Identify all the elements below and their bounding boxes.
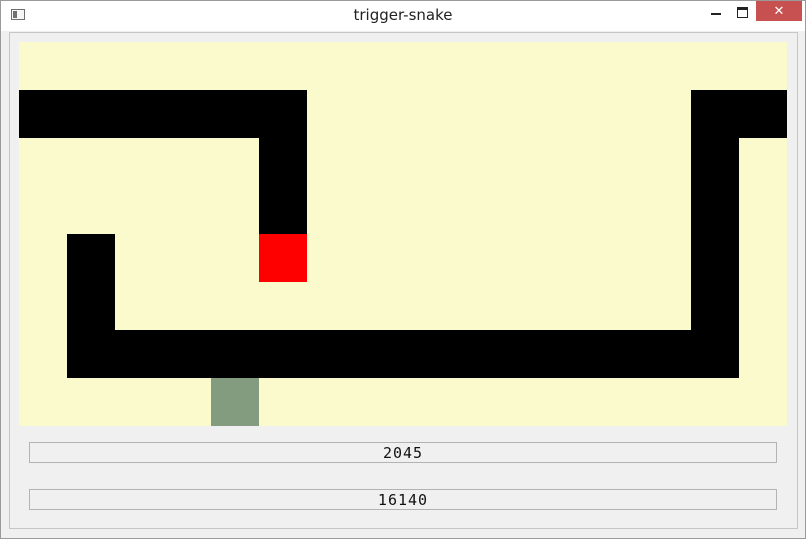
snake-segment	[115, 90, 163, 138]
snake-segment	[163, 90, 211, 138]
snake-head	[259, 234, 307, 282]
snake-segment	[691, 186, 739, 234]
snake-segment	[355, 330, 403, 378]
snake-segment	[259, 138, 307, 186]
snake-segment	[163, 330, 211, 378]
snake-segment	[211, 330, 259, 378]
close-button[interactable]: ✕	[756, 1, 802, 21]
snake-segment	[595, 330, 643, 378]
snake-segment	[259, 330, 307, 378]
snake-segment	[403, 330, 451, 378]
snake-segment	[67, 90, 115, 138]
time-counter: 16140	[29, 489, 777, 510]
snake-segment	[547, 330, 595, 378]
snake-segment	[643, 330, 691, 378]
snake-segment	[307, 330, 355, 378]
snake-segment	[691, 282, 739, 330]
snake-segment	[691, 234, 739, 282]
snake-segment	[499, 330, 547, 378]
snake-segment	[259, 90, 307, 138]
maximize-button[interactable]	[727, 1, 757, 21]
snake-segment	[451, 330, 499, 378]
snake-segment	[259, 186, 307, 234]
snake-segment	[67, 282, 115, 330]
snake-segment	[211, 90, 259, 138]
food-pellet	[211, 378, 259, 426]
game-board[interactable]	[19, 42, 787, 426]
snake-segment	[115, 330, 163, 378]
score-counter: 2045	[29, 442, 777, 463]
title-bar[interactable]: trigger-snake ✕	[1, 1, 805, 31]
window-title: trigger-snake	[353, 6, 453, 24]
snake-segment	[691, 330, 739, 378]
snake-segment	[691, 90, 739, 138]
snake-segment	[739, 90, 787, 138]
snake-segment	[67, 330, 115, 378]
snake-segment	[67, 234, 115, 282]
snake-segment	[19, 90, 67, 138]
snake-segment	[691, 138, 739, 186]
